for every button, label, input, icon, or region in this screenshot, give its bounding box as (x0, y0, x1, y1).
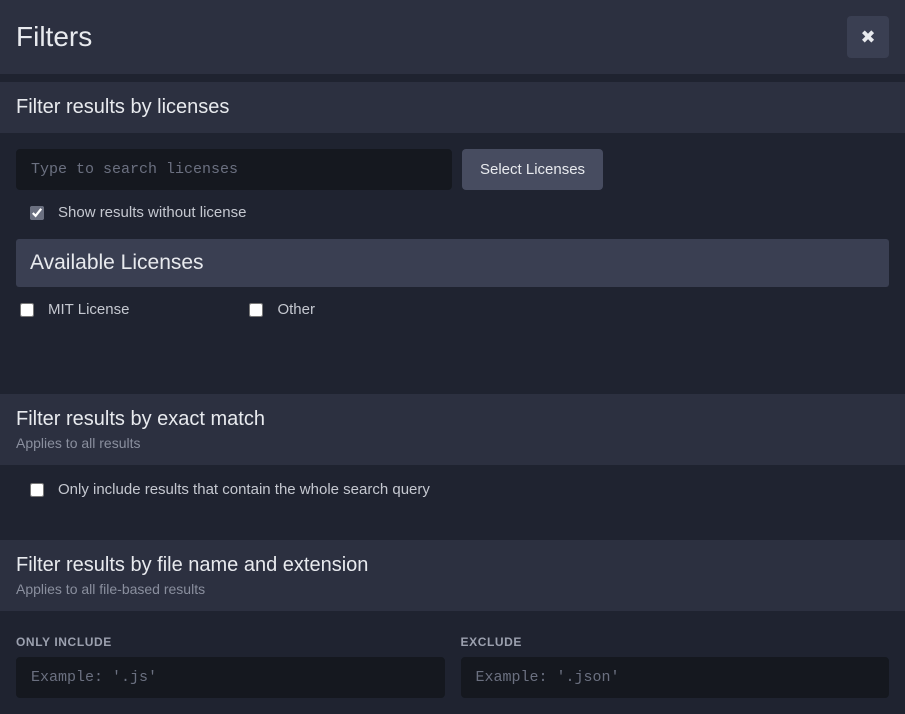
license-label-other: Other (277, 301, 315, 318)
exclude-input[interactable] (461, 657, 890, 698)
close-button[interactable]: ✖ (847, 16, 889, 58)
filename-section-header: Filter results by file name and extensio… (0, 540, 905, 611)
select-licenses-button[interactable]: Select Licenses (462, 149, 603, 190)
license-search-row: Select Licenses (16, 149, 889, 190)
filename-section-subtitle: Applies to all file-based results (16, 581, 889, 597)
only-whole-label: Only include results that contain the wh… (58, 481, 430, 498)
license-item-other: Other (249, 301, 315, 318)
only-include-col: ONLY INCLUDE (16, 635, 445, 698)
only-include-label: ONLY INCLUDE (16, 635, 445, 649)
license-label-mit: MIT License (48, 301, 129, 318)
header-bar: Filters ✖ (0, 0, 905, 74)
license-grid: MIT License Other (16, 287, 889, 322)
only-whole-checkbox[interactable] (30, 483, 44, 497)
exactmatch-section-title: Filter results by exact match (16, 408, 889, 431)
show-without-license-label: Show results without license (58, 204, 246, 221)
spacer (0, 338, 905, 386)
filename-row: ONLY INCLUDE EXCLUDE (16, 635, 889, 698)
exclude-label: EXCLUDE (461, 635, 890, 649)
exactmatch-section-header: Filter results by exact match Applies to… (0, 394, 905, 465)
filename-section-title: Filter results by file name and extensio… (16, 554, 889, 577)
show-without-license-checkbox[interactable] (30, 206, 44, 220)
license-checkbox-mit[interactable] (20, 303, 34, 317)
licenses-section-body: Select Licenses Show results without lic… (0, 133, 905, 338)
exactmatch-section-subtitle: Applies to all results (16, 435, 889, 451)
available-licenses-header: Available Licenses (16, 239, 889, 287)
exactmatch-section-body: Only include results that contain the wh… (0, 465, 905, 514)
licenses-section-header: Filter results by licenses (0, 82, 905, 133)
page-title: Filters (16, 21, 92, 53)
license-search-input[interactable] (16, 149, 452, 190)
only-include-input[interactable] (16, 657, 445, 698)
license-item-mit: MIT License (20, 301, 129, 318)
close-icon: ✖ (860, 27, 875, 48)
filename-section-body: ONLY INCLUDE EXCLUDE (0, 611, 905, 714)
exclude-col: EXCLUDE (461, 635, 890, 698)
licenses-section-title: Filter results by licenses (16, 96, 889, 119)
available-licenses-title: Available Licenses (30, 251, 875, 275)
show-without-license-row: Show results without license (16, 204, 889, 221)
spacer (0, 514, 905, 532)
license-checkbox-other[interactable] (249, 303, 263, 317)
only-whole-row: Only include results that contain the wh… (16, 481, 889, 498)
